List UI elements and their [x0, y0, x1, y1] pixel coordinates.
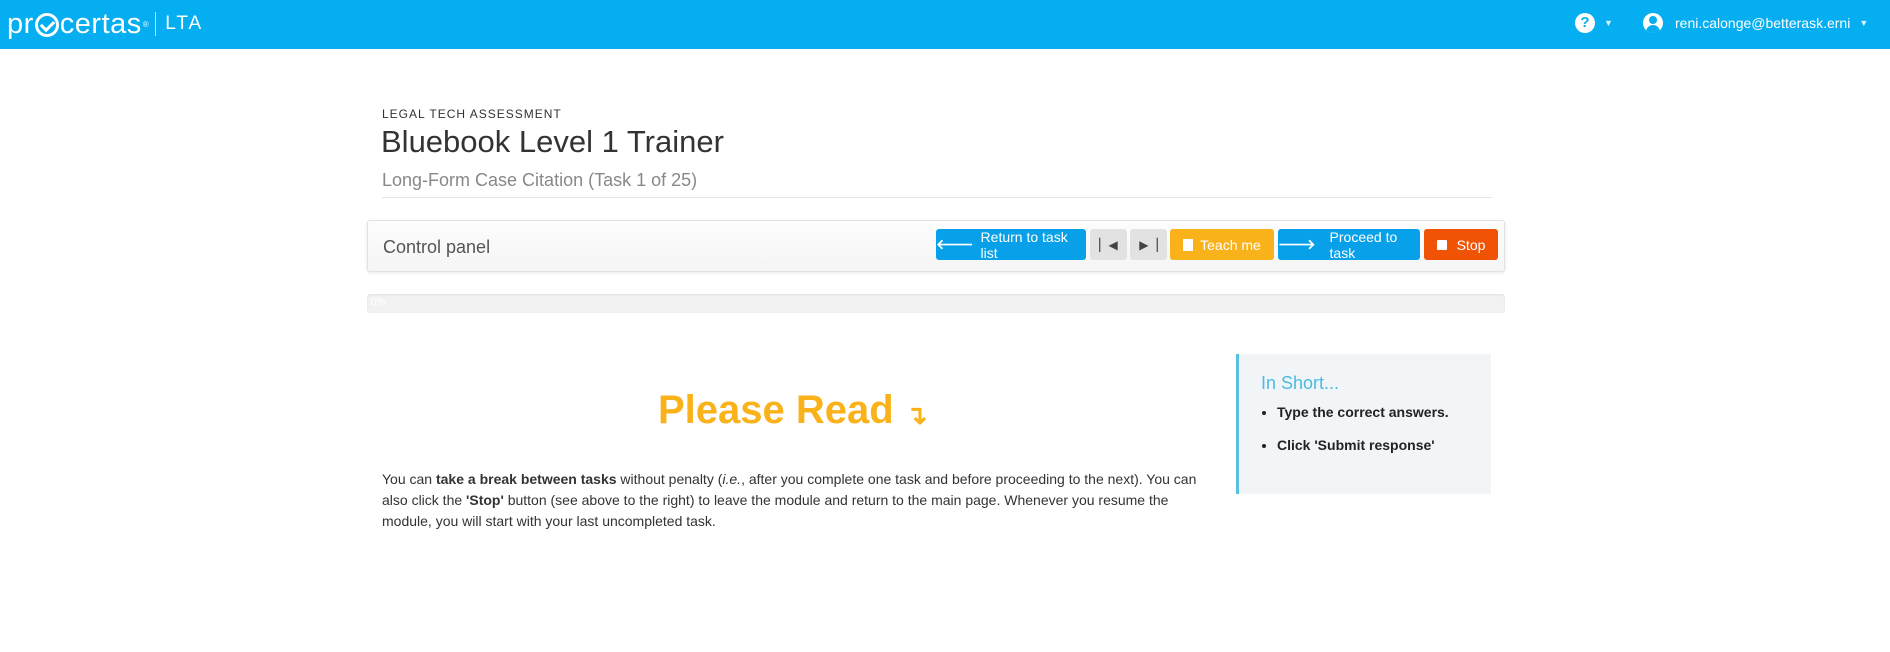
- para-text: without penalty (: [616, 471, 723, 487]
- step-backward-icon: ▏◀: [1099, 237, 1118, 252]
- para-emphasis: take a break between tasks: [435, 471, 617, 487]
- top-nav: pr certas ® LTA ? ▼ reni.calonge@betterask…: [0, 0, 1890, 49]
- sidebar-list: Type the correct answers. Click 'Submit …: [1257, 404, 1449, 470]
- list-item: Type the correct answers.: [1277, 404, 1449, 420]
- instructions-paragraph: You can take a break between tasks witho…: [382, 469, 1202, 532]
- progress-label: 0%: [371, 297, 386, 308]
- header-divider: [382, 197, 1492, 198]
- stop-square-icon: [1436, 239, 1447, 250]
- logo[interactable]: pr certas ® LTA: [7, 6, 203, 42]
- para-italic: i.e.: [722, 471, 742, 487]
- logo-text-left: pr: [7, 7, 34, 40]
- return-to-task-list-button[interactable]: 🡐 Return to task list: [936, 228, 1086, 261]
- para-text: You can: [382, 471, 436, 487]
- logo-wordmark: pr certas ®: [7, 8, 149, 41]
- arrow-down-right-icon: ↴: [905, 400, 928, 430]
- teach-me-button[interactable]: Teach me: [1170, 229, 1274, 260]
- arrow-right-icon: 🡒: [1278, 236, 1316, 252]
- progress-bar: 0%: [367, 294, 1505, 313]
- list-item: Click 'Submit response': [1277, 437, 1449, 453]
- sidebar-title: In Short...: [1261, 373, 1340, 393]
- logo-text-right: certas: [59, 7, 142, 40]
- check-circle-icon: [34, 13, 59, 37]
- please-read-heading: Please Read ↴: [658, 388, 928, 433]
- return-button-label: Return to task list: [980, 228, 1068, 261]
- please-read-text: Please Read: [658, 388, 894, 432]
- assessment-kicker: LEGAL TECH ASSESSMENT: [382, 107, 562, 121]
- stop-label: Stop: [1456, 236, 1486, 253]
- control-panel: Control panel 🡐 Return to task list ▏◀ ▶…: [367, 220, 1505, 272]
- logo-divider: [155, 12, 157, 36]
- first-task-button[interactable]: ▏◀: [1090, 229, 1127, 260]
- chevron-down-icon: ▼: [1604, 18, 1613, 28]
- document-icon: [1183, 238, 1194, 251]
- proceed-label: Proceed to task: [1329, 228, 1398, 261]
- question-circle-icon: ?: [1575, 13, 1595, 33]
- user-email: reni.calonge@betterask.erni: [1675, 15, 1851, 31]
- stop-button[interactable]: Stop: [1424, 229, 1498, 260]
- control-panel-label: Control panel: [383, 237, 491, 257]
- page-title: Bluebook Level 1 Trainer: [381, 124, 724, 159]
- teach-me-label: Teach me: [1200, 236, 1261, 253]
- user-menu[interactable]: reni.calonge@betterask.erni ▼: [1643, 13, 1868, 33]
- chevron-down-icon: ▼: [1859, 18, 1869, 28]
- arrow-left-icon: 🡐: [936, 236, 974, 252]
- para-stop-emphasis: 'Stop': [466, 492, 504, 508]
- last-task-button[interactable]: ▶▕: [1130, 229, 1167, 260]
- logo-trademark: ®: [142, 19, 150, 29]
- step-forward-icon: ▶▕: [1139, 237, 1158, 252]
- logo-product: LTA: [165, 13, 204, 34]
- page-subtitle: Long-Form Case Citation (Task 1 of 25): [382, 170, 698, 190]
- user-circle-icon: [1643, 13, 1663, 33]
- help-menu[interactable]: ? ▼: [1575, 13, 1613, 33]
- proceed-to-task-button[interactable]: 🡒 Proceed to task: [1278, 228, 1420, 261]
- in-short-sidebar: In Short... Type the correct answers. Cl…: [1236, 354, 1491, 494]
